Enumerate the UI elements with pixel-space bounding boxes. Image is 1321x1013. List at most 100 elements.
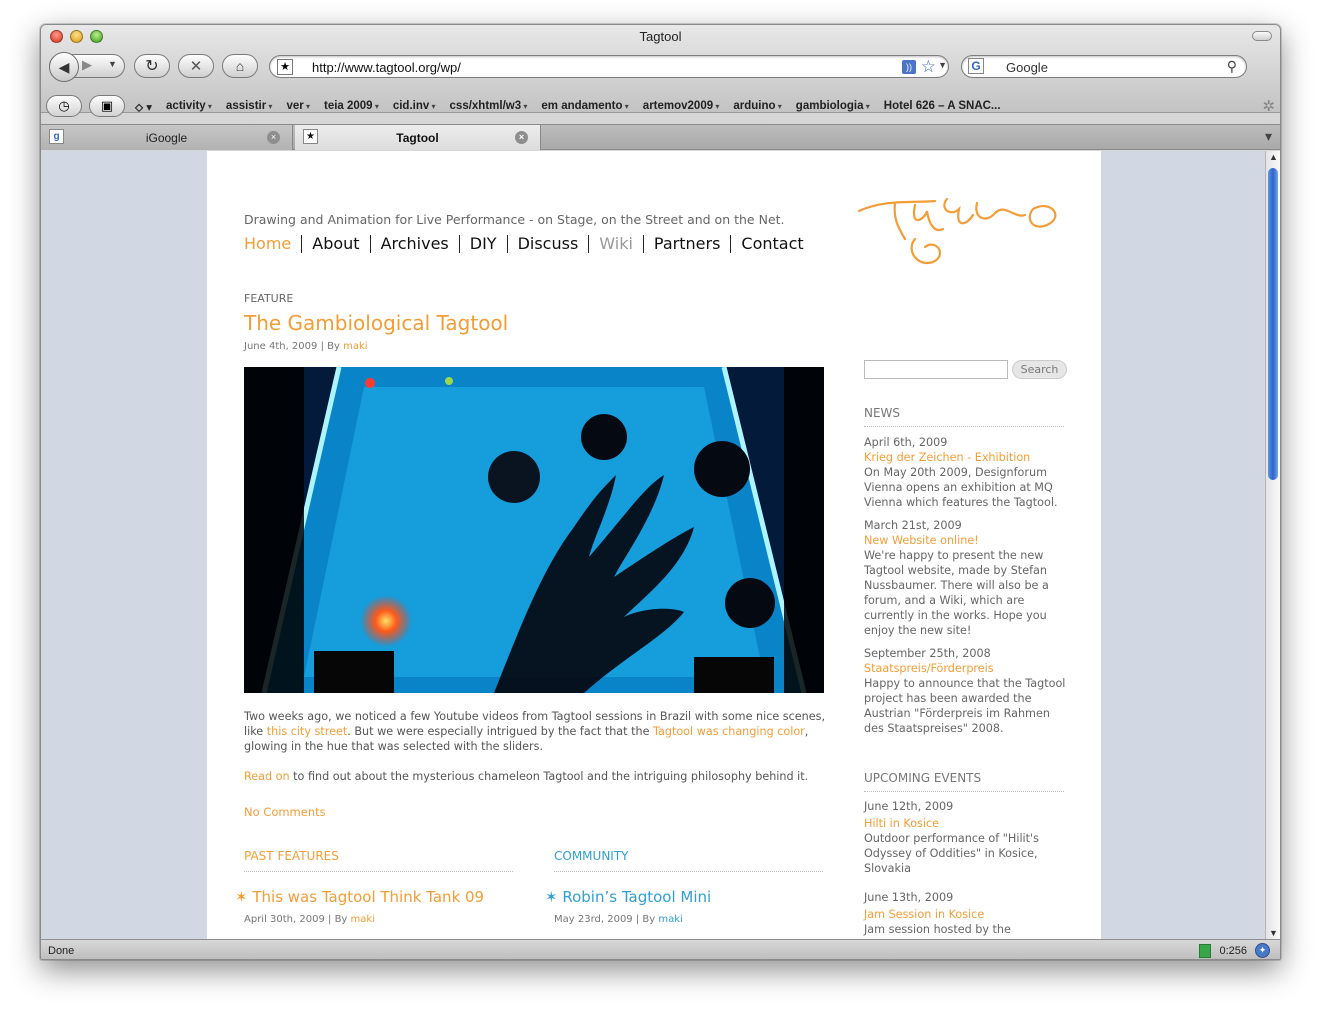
history-dropdown-icon[interactable]: ▼ [108, 59, 117, 69]
bookmark-folder[interactable]: teia 2009 [324, 100, 379, 115]
community-heading: COMMUNITY [554, 849, 823, 872]
bookmark-folder[interactable]: assistir [226, 100, 273, 115]
gear-icon[interactable]: ✲ [1262, 97, 1275, 115]
nav-wiki[interactable]: Wiki [588, 235, 643, 253]
nav-partners[interactable]: Partners [642, 235, 730, 253]
site-favicon-icon: ★ [277, 59, 293, 75]
news-title-link[interactable]: New Website online! [864, 533, 1069, 548]
comments-link[interactable]: No Comments [244, 805, 326, 819]
past-feature-title[interactable]: ✶ This was Tagtool Think Tank 09 [235, 888, 484, 906]
bookmark-folder[interactable]: css/xhtml/w3 [450, 100, 528, 115]
post-text: to find out about the mysterious chamele… [289, 770, 809, 783]
color-change-link[interactable]: Tagtool was changing color [653, 725, 805, 738]
bookmark-folder[interactable]: cid.inv [393, 100, 436, 115]
news-text: Happy to announce that the Tagtool proje… [864, 677, 1066, 735]
news-item: April 6th, 2009 Krieg der Zeichen - Exhi… [864, 435, 1069, 510]
tab-igoogle[interactable]: g iGoogle × [41, 125, 293, 150]
event-title-link[interactable]: Jam Session in Kosice [864, 907, 1069, 922]
back-button[interactable]: ◀ [49, 52, 79, 82]
news-item: March 21st, 2009 New Website online! We'… [864, 518, 1069, 638]
scroll-thumb[interactable] [1268, 168, 1278, 480]
tab-bar: g iGoogle × ★ Tagtool × ▾ [41, 124, 1280, 150]
event-text: Outdoor performance of "Hilit's Odyssey … [864, 832, 1039, 875]
star-dropdown-icon[interactable]: ▼ [938, 60, 947, 70]
community-title[interactable]: ✶ Robin’s Tagtool Mini [545, 888, 711, 906]
post-title[interactable]: The Gambiological Tagtool [244, 311, 508, 335]
feature-label: FEATURE [244, 292, 294, 305]
compass-icon[interactable]: ✦ [1255, 943, 1270, 958]
teaser-date: May 23rd, 2009 [554, 914, 633, 925]
feature-photo[interactable] [244, 367, 824, 693]
post-paragraph: Two weeks ago, we noticed a few Youtube … [244, 709, 829, 754]
bookmark-star-icon[interactable]: ☆ [921, 57, 936, 77]
history-clock-icon[interactable]: ◷ [46, 95, 82, 117]
bookmarks-bar: ◷ ▣ ⬦ ▾ activity assistir ver teia 2009 … [41, 89, 1280, 123]
bookmark-items: ⬦ ▾ activity assistir ver teia 2009 cid.… [135, 100, 1015, 115]
community-meta: May 23rd, 2009 | By maki [554, 914, 683, 925]
stop-button[interactable]: ✕ [178, 54, 214, 78]
web-page: Drawing and Animation for Live Performan… [207, 151, 1101, 939]
search-bar[interactable]: G Google ⚲ [961, 55, 1247, 78]
bookmark-folder[interactable]: activity [166, 100, 212, 115]
toolbar-toggle-button[interactable] [1252, 31, 1272, 41]
read-on-link[interactable]: Read on [244, 770, 290, 783]
status-bar: Done 0:256 ✦ [41, 939, 1280, 959]
bookmark-folder[interactable]: arduino [733, 100, 781, 115]
post-author-link[interactable]: maki [343, 341, 367, 352]
community-link[interactable]: Robin’s Tagtool Mini [562, 888, 711, 906]
close-tab-icon[interactable]: × [267, 131, 280, 144]
bookmark-folder[interactable]: em andamento [541, 100, 628, 115]
bookmark-folder[interactable]: gambiologia [796, 100, 870, 115]
nav-about[interactable]: About [301, 235, 369, 253]
news-date: March 21st, 2009 [864, 519, 962, 532]
news-title-link[interactable]: Krieg der Zeichen - Exhibition [864, 450, 1069, 465]
bookmark-folder[interactable]: artemov2009 [643, 100, 720, 115]
url-text[interactable]: http://www.tagtool.org/wp/ [312, 60, 461, 75]
tab-label: iGoogle [145, 130, 188, 145]
bookmark-link[interactable]: Hotel 626 – A SNAC... [884, 100, 1001, 115]
search-engine-icon[interactable]: G [968, 58, 984, 74]
sidebar-search-input[interactable] [864, 360, 1008, 379]
rss-icon[interactable]: )) [902, 60, 916, 74]
home-button[interactable]: ⌂ [222, 54, 258, 78]
search-input[interactable]: Google [1006, 60, 1048, 75]
vertical-scrollbar[interactable]: ▲ ▼ [1265, 151, 1280, 939]
status-text: Done [48, 945, 75, 957]
post-by: | By [320, 341, 340, 352]
google-favicon-icon: g [49, 129, 64, 144]
reload-button[interactable]: ↻ [134, 54, 170, 78]
tab-overflow-icon[interactable]: ▾ [1265, 128, 1272, 145]
past-feature-link[interactable]: This was Tagtool Think Tank 09 [252, 888, 484, 906]
sidebar-search-button[interactable]: Search [1012, 360, 1067, 379]
address-bar[interactable]: ★ http://www.tagtool.org/wp/ )) ☆ ▼ [269, 55, 949, 78]
bookmarks-icon[interactable]: ▣ [89, 95, 125, 117]
nav-contact[interactable]: Contact [730, 235, 813, 253]
teaser-author-link[interactable]: maki [658, 914, 682, 925]
tagtool-logo[interactable] [855, 189, 1065, 279]
download-status-icon[interactable] [1199, 943, 1212, 958]
news-text: We're happy to present the new Tagtool w… [864, 549, 1049, 637]
city-street-link[interactable]: this city street [267, 725, 348, 738]
news-title-link[interactable]: Staatspreis/Förderpreis [864, 661, 1069, 676]
nav-archives[interactable]: Archives [369, 235, 459, 253]
close-tab-icon[interactable]: × [515, 131, 528, 144]
tab-tagtool[interactable]: ★ Tagtool × [295, 125, 541, 150]
bookmark-menu-icon[interactable]: ⬦ ▾ [135, 100, 152, 115]
search-icon[interactable]: ⚲ [1227, 58, 1237, 75]
forward-button[interactable]: ▶ [82, 57, 92, 73]
bookmark-folder[interactable]: ver [286, 100, 310, 115]
event-title-link[interactable]: Hilti in Kosice [864, 816, 1069, 831]
nav-home[interactable]: Home [244, 235, 301, 253]
nav-diy[interactable]: DIY [458, 235, 507, 253]
browser-window: Tagtool ◀ ▶ ▼ ↻ ✕ ⌂ ★ http://www.tagtool… [40, 24, 1281, 960]
scroll-up-icon[interactable]: ▲ [1269, 152, 1278, 162]
events-heading: UPCOMING EVENTS [864, 771, 1064, 792]
post-meta: June 4th, 2009 | By maki [244, 341, 368, 352]
news-text: On May 20th 2009, Designforum Vienna ope… [864, 466, 1058, 509]
status-indicators: 0:256 ✦ [1199, 943, 1270, 958]
teaser-author-link[interactable]: maki [351, 914, 375, 925]
nav-discuss[interactable]: Discuss [506, 235, 589, 253]
post-body: Two weeks ago, we noticed a few Youtube … [244, 709, 829, 799]
event-date: June 13th, 2009 [864, 891, 954, 904]
scroll-down-icon[interactable]: ▼ [1269, 928, 1278, 938]
